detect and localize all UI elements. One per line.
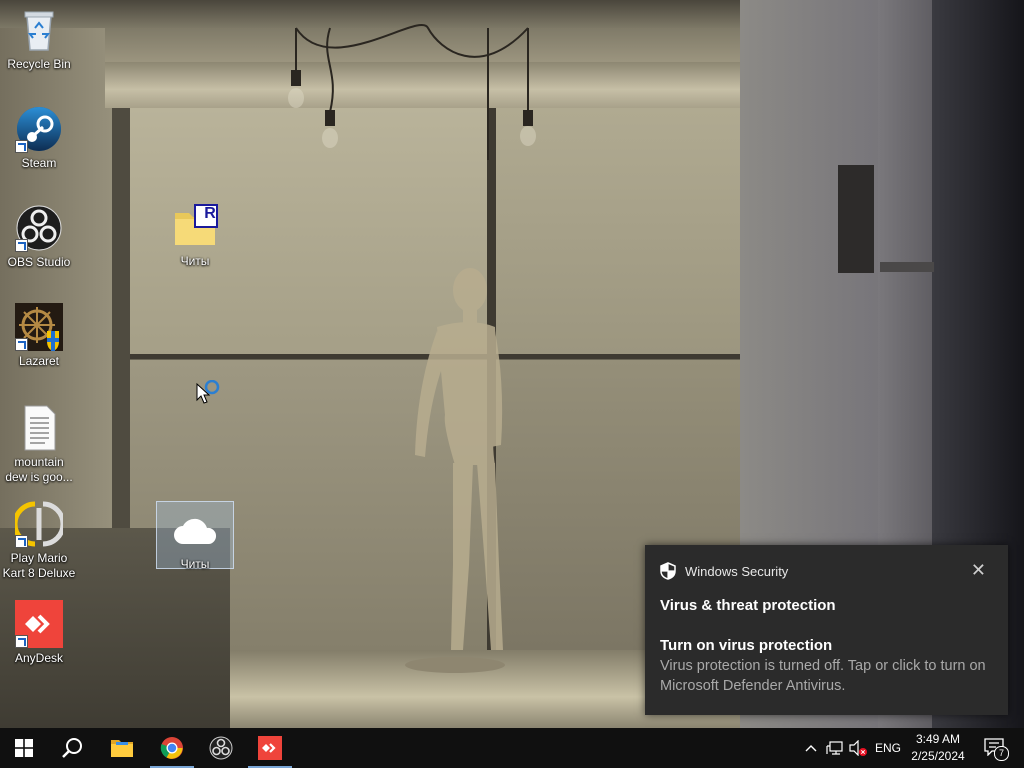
desktop-icon-label: OBS Studio (7, 255, 71, 269)
wallpaper-post (112, 108, 130, 528)
wallpaper-speaker (838, 165, 874, 273)
file-explorer-icon (111, 740, 133, 757)
folder-icon: R (171, 203, 219, 251)
volume-button[interactable] (847, 728, 869, 768)
yuzu-icon (12, 500, 66, 548)
steam-icon (15, 105, 63, 153)
onedrive-cloud-icon (171, 506, 219, 554)
wallpaper-pendant-lights (288, 24, 536, 160)
notification-body: Virus protection is turned off. Tap or c… (660, 658, 986, 694)
desktop-icon-anydesk[interactable]: AnyDesk (2, 600, 76, 666)
desktop-icon-label: Читы (180, 557, 210, 571)
obs-icon (209, 736, 233, 760)
volume-muted-icon (849, 740, 867, 756)
desktop-icon-onedrive-chity[interactable]: Читы (156, 501, 234, 571)
desktop-icon-obs-studio[interactable]: OBS Studio (2, 204, 76, 270)
desktop-icon-lazaret[interactable]: Lazaret (2, 303, 76, 369)
text-document-icon (15, 404, 63, 452)
start-button[interactable] (0, 728, 48, 768)
desktop-icon-label: Recycle Bin (7, 57, 71, 71)
clock-date: 2/25/2024 (911, 749, 965, 763)
notification-subtitle: Turn on virus protection (660, 637, 833, 654)
chrome-icon (160, 737, 183, 759)
desktop-icon-yuzu[interactable]: Play Mario Kart 8 Deluxe (2, 500, 76, 581)
taskbar-obs[interactable] (197, 728, 245, 768)
network-button[interactable] (824, 728, 846, 768)
taskbar: ENG 3:49 AM 2/25/2024 7 (0, 728, 1024, 768)
windows-start-icon (15, 739, 33, 757)
network-icon (826, 741, 843, 755)
desktop-icon-recycle-bin[interactable]: Recycle Bin (2, 6, 76, 72)
search-icon (62, 738, 82, 758)
windows-security-notification[interactable]: Windows Security ✕ Virus & threat protec… (645, 545, 1008, 715)
wallpaper-mannequin (405, 268, 505, 673)
notification-title: Virus & threat protection (660, 597, 836, 614)
desktop-icon-folder-chity[interactable]: R Читы (158, 203, 232, 269)
lazaret-icon (15, 303, 63, 351)
taskbar-chrome[interactable] (148, 728, 196, 768)
desktop-icon-label: Steam (21, 156, 57, 170)
taskbar-file-explorer[interactable] (98, 728, 146, 768)
notification-header: Windows Security (660, 562, 788, 580)
obs-icon (15, 204, 63, 252)
shortcut-arrow-icon (15, 338, 28, 351)
shortcut-arrow-icon (15, 535, 28, 548)
anydesk-icon (15, 600, 63, 648)
desktop-icon-text-file[interactable]: mountain dew is goo... (2, 404, 76, 485)
action-center-button[interactable]: 7 (980, 728, 1010, 768)
desktop-icon-label: Play Mario Kart 8 Deluxe (2, 551, 76, 580)
desktop-icon-label: Lazaret (18, 354, 60, 368)
chevron-up-icon (805, 745, 817, 752)
wallpaper-shelf (880, 262, 934, 272)
anydesk-icon (258, 736, 282, 760)
shortcut-arrow-icon (15, 635, 28, 648)
shortcut-arrow-icon (15, 239, 28, 252)
notification-app-name: Windows Security (685, 563, 789, 579)
desktop-icon-label: AnyDesk (14, 651, 64, 665)
desktop-icon-label: Читы (180, 254, 210, 268)
busy-cursor-icon (196, 380, 220, 404)
taskbar-anydesk[interactable] (246, 728, 294, 768)
notification-count-badge: 7 (994, 746, 1009, 761)
close-icon[interactable]: ✕ (971, 560, 986, 581)
search-button[interactable] (48, 728, 96, 768)
shortcut-arrow-icon (15, 140, 28, 153)
folder-badge-text: R (204, 205, 216, 222)
recycle-bin-icon (15, 6, 63, 54)
clock-time: 3:49 AM (915, 732, 961, 746)
shield-icon (660, 562, 676, 580)
desktop-icon-label: mountain dew is goo... (5, 455, 73, 484)
desktop-icon-steam[interactable]: Steam (2, 105, 76, 171)
clock-button[interactable]: 3:49 AM 2/25/2024 (900, 731, 976, 765)
show-hidden-icons-button[interactable] (800, 728, 822, 768)
